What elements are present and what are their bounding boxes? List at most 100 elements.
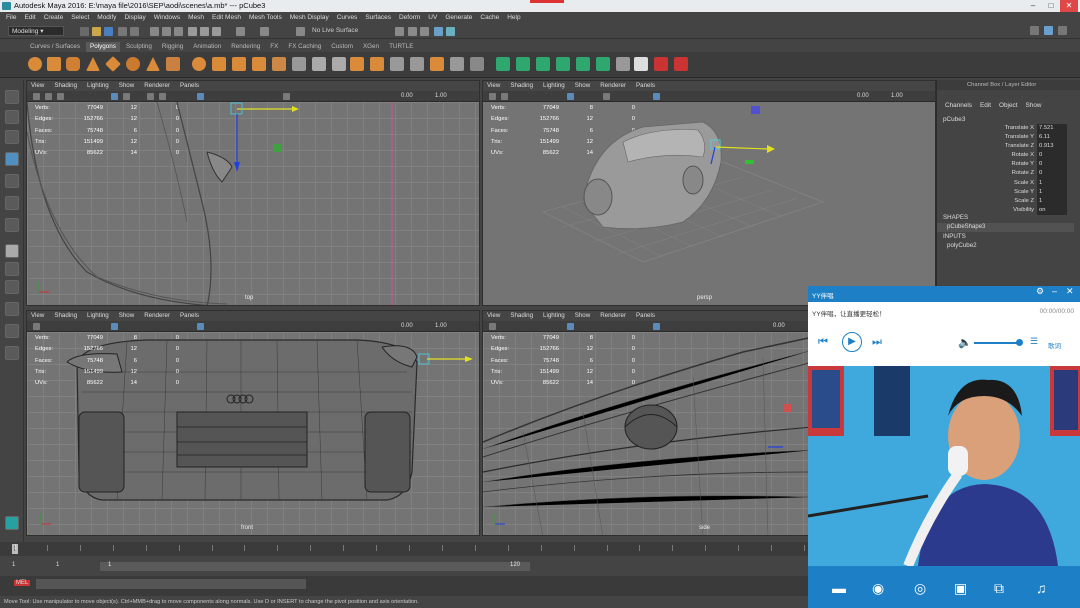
- menu-curves[interactable]: Curves: [337, 12, 358, 23]
- command-input[interactable]: [36, 579, 306, 589]
- volume-slider[interactable]: [974, 342, 1018, 344]
- grid-toggle-icon[interactable]: [567, 323, 574, 330]
- redo-icon[interactable]: [130, 27, 139, 36]
- camera-attributes-icon[interactable]: [501, 93, 508, 100]
- spherical-map-icon[interactable]: [556, 57, 570, 71]
- attr-row-translate-y[interactable]: Translate Y 6.11: [997, 133, 1077, 143]
- range-slider-bar[interactable]: [100, 562, 530, 571]
- grid-toggle-icon[interactable]: [111, 93, 118, 100]
- viewport-menu-view[interactable]: View: [487, 81, 500, 91]
- menu-generate[interactable]: Generate: [445, 12, 472, 23]
- viewport-menu-view[interactable]: View: [487, 311, 500, 321]
- viewport-menu-panels[interactable]: Panels: [636, 311, 655, 321]
- poly-torus-icon[interactable]: [126, 57, 140, 71]
- persp-outliner-layout-icon[interactable]: [5, 280, 19, 294]
- combine-icon[interactable]: [232, 57, 246, 71]
- time-slider[interactable]: 1: [0, 542, 808, 556]
- attr-value[interactable]: 0.913: [1037, 142, 1067, 152]
- shelf-tab-rigging[interactable]: Rigging: [158, 42, 187, 52]
- smooth-icon[interactable]: [292, 57, 306, 71]
- layout-icon[interactable]: [1058, 26, 1067, 35]
- new-scene-icon[interactable]: [80, 27, 89, 36]
- four-view-layout-icon[interactable]: [5, 262, 19, 276]
- viewport-menu-show[interactable]: Show: [575, 311, 590, 321]
- shelf-tab-fx[interactable]: FX: [266, 42, 282, 52]
- far-clip-value[interactable]: 1.00: [891, 91, 903, 102]
- move-tool-icon[interactable]: [5, 152, 19, 166]
- attr-row-rotate-x[interactable]: Rotate X0: [997, 151, 1077, 161]
- viewport-menu-lighting[interactable]: Lighting: [543, 311, 565, 321]
- toggle-panel-icon[interactable]: [1044, 26, 1053, 35]
- viewport-menu-show[interactable]: Show: [119, 311, 134, 321]
- attr-value[interactable]: 0: [1037, 169, 1067, 179]
- play-icon[interactable]: ▶: [842, 332, 862, 352]
- yy-close-button[interactable]: ✕: [1066, 286, 1074, 297]
- menu-edit[interactable]: Edit: [24, 12, 35, 23]
- attr-value[interactable]: 7.521: [1037, 124, 1067, 134]
- attr-row-visibility[interactable]: Visibility on: [997, 205, 1077, 215]
- attr-value[interactable]: 6.11: [1037, 133, 1067, 143]
- select-object-icon[interactable]: [162, 27, 171, 36]
- menu-deform[interactable]: Deform: [399, 12, 420, 23]
- menu-mesh[interactable]: Mesh: [188, 12, 204, 23]
- shelf-tab-rendering[interactable]: Rendering: [227, 42, 264, 52]
- viewport-menu-shading[interactable]: Shading: [54, 81, 77, 91]
- playback-start-field[interactable]: 1: [56, 562, 59, 568]
- viewport-menu-renderer[interactable]: Renderer: [144, 311, 170, 321]
- viewport-menu-renderer[interactable]: Renderer: [600, 311, 626, 321]
- menu-mesh-display[interactable]: Mesh Display: [290, 12, 329, 23]
- multi-cut-icon[interactable]: [470, 57, 484, 71]
- window-capture-icon[interactable]: ⧉: [994, 580, 1004, 597]
- channel-menu-channels[interactable]: Channels: [945, 102, 972, 109]
- camera-icon[interactable]: [489, 323, 496, 330]
- snap-curve-icon[interactable]: [200, 27, 209, 36]
- mel-script-icon[interactable]: [634, 57, 648, 71]
- viewport-side[interactable]: View Shading Lighting Show Renderer Pane…: [482, 310, 812, 536]
- viewport-menu-show[interactable]: Show: [119, 81, 134, 91]
- film-gate-icon[interactable]: [123, 93, 130, 100]
- menu-display[interactable]: Display: [124, 12, 145, 23]
- extrude-icon[interactable]: [390, 57, 404, 71]
- attr-value[interactable]: 0: [1037, 160, 1067, 170]
- scale-tool-icon[interactable]: [5, 196, 19, 210]
- custom-script-icon[interactable]: [654, 57, 668, 71]
- yy-settings-icon[interactable]: ⚙: [1036, 286, 1044, 297]
- camera-icon[interactable]: [33, 93, 40, 100]
- viewport-menu-renderer[interactable]: Renderer: [144, 81, 170, 91]
- attr-row-scale-z[interactable]: Scale Z1: [997, 196, 1077, 206]
- menu-select[interactable]: Select: [71, 12, 89, 23]
- open-scene-icon[interactable]: [92, 27, 101, 36]
- input-node-name[interactable]: polyCube2: [943, 242, 977, 249]
- camera-video-icon[interactable]: ▬: [832, 580, 846, 596]
- uv-layout-icon[interactable]: [5, 346, 19, 360]
- poly-cylinder-icon[interactable]: [66, 57, 80, 71]
- far-clip-value[interactable]: 1.00: [435, 91, 447, 102]
- viewport-menu-show[interactable]: Show: [575, 81, 590, 91]
- snap-grid-icon[interactable]: [188, 27, 197, 36]
- menu-windows[interactable]: Windows: [154, 12, 180, 23]
- render-view-icon[interactable]: [446, 27, 455, 36]
- shelf-tab-fx-caching[interactable]: FX Caching: [284, 42, 325, 52]
- poly-sphere-icon[interactable]: [28, 57, 42, 71]
- hypershade-layout-icon[interactable]: [5, 324, 19, 338]
- menu-surfaces[interactable]: Surfaces: [365, 12, 391, 23]
- screen-share-icon[interactable]: ▣: [954, 580, 967, 597]
- viewport-menu-view[interactable]: View: [31, 311, 44, 321]
- near-clip-value[interactable]: 0.00: [401, 321, 413, 332]
- channel-menu-edit[interactable]: Edit: [980, 102, 991, 109]
- select-hierarchy-icon[interactable]: [150, 27, 159, 36]
- next-track-icon[interactable]: ⏭: [872, 336, 882, 349]
- maya-workspace-icon[interactable]: [5, 516, 19, 530]
- attr-row-scale-y[interactable]: Scale Y1: [997, 187, 1077, 197]
- attr-value[interactable]: 1: [1037, 196, 1067, 206]
- poly-cube-icon[interactable]: [47, 57, 61, 71]
- viewport-top[interactable]: View Shading Lighting Show Renderer Pane…: [26, 80, 480, 306]
- shelf-tab-sculpting[interactable]: Sculpting: [122, 42, 156, 52]
- xray-icon[interactable]: [653, 323, 660, 330]
- poly-soccer-ball-icon[interactable]: [212, 57, 226, 71]
- select-component-icon[interactable]: [174, 27, 183, 36]
- workspace-icon[interactable]: [1030, 26, 1039, 35]
- planar-map-icon[interactable]: [516, 57, 530, 71]
- history-icon[interactable]: [236, 27, 245, 36]
- smooth-shade-icon[interactable]: [159, 93, 166, 100]
